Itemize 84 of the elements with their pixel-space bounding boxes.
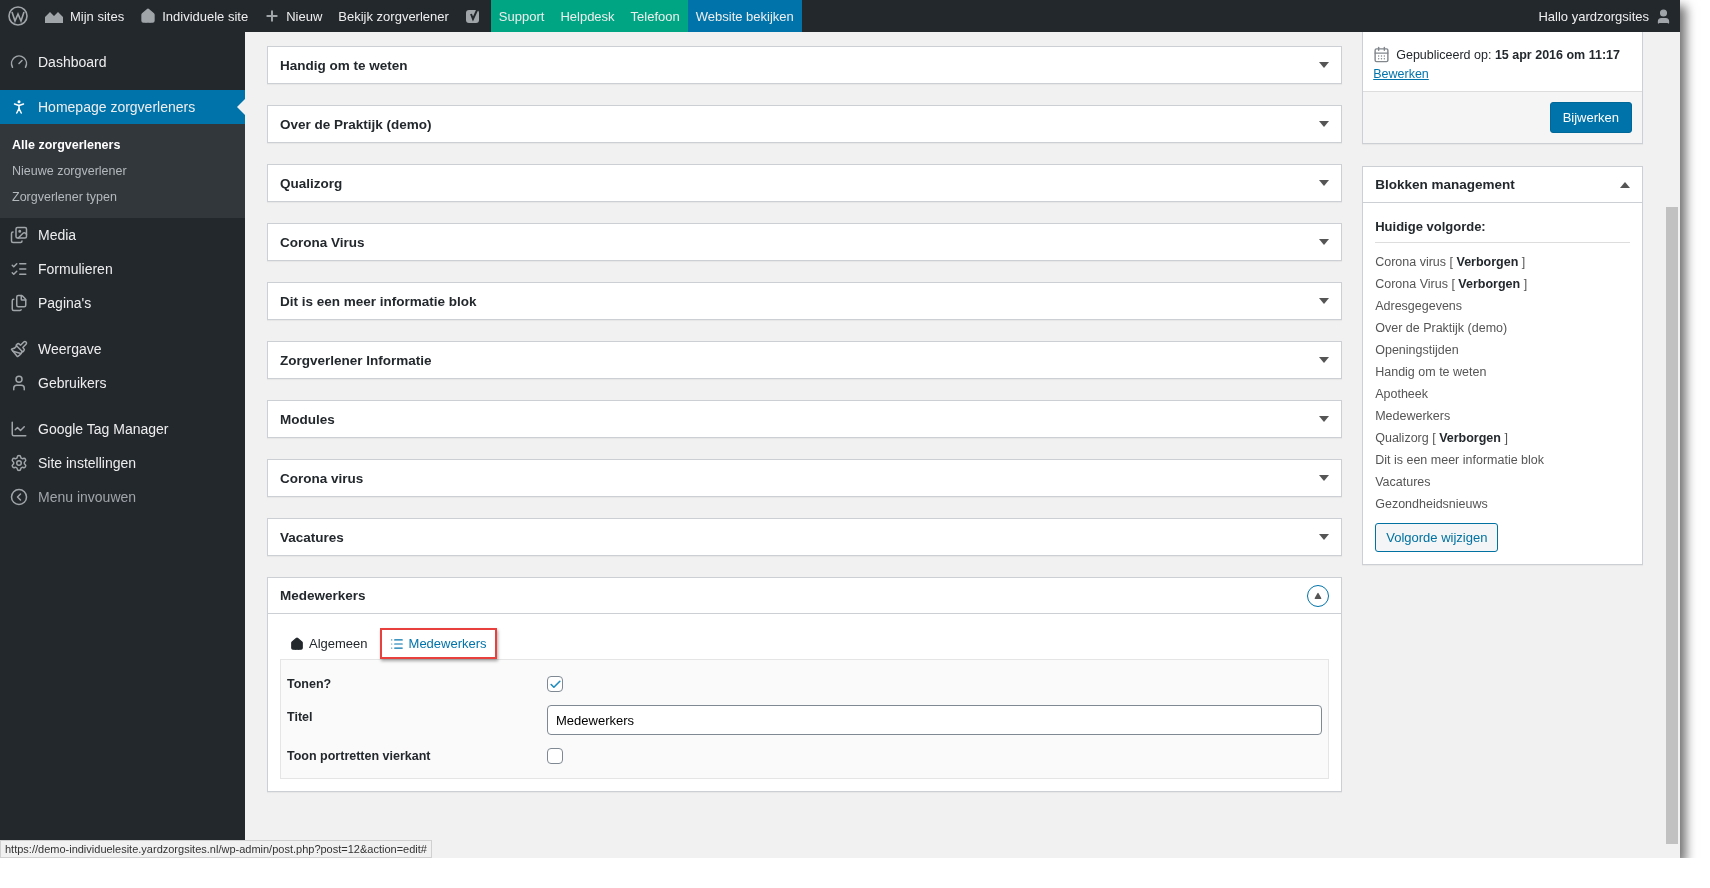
sidebar-item[interactable]: Menu invouwen [0, 480, 245, 514]
expand-button[interactable] [1319, 475, 1330, 481]
sidebar-item[interactable]: Homepage zorgverleners [0, 90, 245, 124]
panel-title: Over de Praktijk (demo) [280, 116, 432, 132]
panel-title: Medewerkers [280, 588, 366, 603]
order-item: Over de Praktijk (demo) [1375, 320, 1509, 337]
home-icon [140, 8, 157, 24]
panel-title: Blokken management [1375, 177, 1515, 192]
chart-icon [10, 420, 28, 438]
panel-title: Modules [280, 411, 335, 427]
sidebar-item[interactable]: Site instellingen [0, 446, 245, 480]
order-item: Medewerkers [1375, 408, 1452, 425]
sidebar-item[interactable]: Weergave [0, 332, 245, 366]
calendar-icon [1373, 46, 1391, 63]
panel-title: Vacatures [280, 529, 344, 545]
order-item: Apotheek [1375, 386, 1430, 403]
expand-button[interactable] [1319, 416, 1330, 422]
toolbar-link[interactable]: Bekijk zorgverlener [330, 0, 457, 32]
order-item: Handig om te weten [1375, 364, 1488, 381]
settings-icon [10, 454, 28, 472]
list-icon [10, 260, 28, 278]
collapse-button[interactable] [1307, 584, 1330, 607]
edit-link[interactable]: Bewerken [1373, 67, 1429, 81]
field-label: Tonen? [287, 677, 333, 691]
new-menu[interactable]: Nieuw [256, 0, 331, 32]
publish-date: Gepubliceerd op: 15 apr 2016 om 11:17 [1396, 47, 1620, 62]
order-item: Qualizorg [ Verborgen ] [1375, 430, 1509, 447]
pages-icon [10, 294, 28, 312]
collapse-button[interactable] [1620, 181, 1630, 188]
order-item: Corona virus [ Verborgen ] [1375, 254, 1527, 271]
logo-icon[interactable] [8, 6, 28, 26]
paintbrush-icon [10, 340, 28, 358]
expand-button[interactable] [1319, 62, 1330, 68]
field-label: Toon portretten vierkant [287, 749, 432, 763]
tab[interactable]: Medewerkers [379, 628, 497, 659]
collapse-icon [10, 488, 28, 506]
sidebar-item[interactable]: Pagina's [0, 286, 245, 320]
change-order-button[interactable]: Volgorde wijzigen [1375, 523, 1499, 552]
order-item: Vacatures [1375, 474, 1432, 491]
images-icon [10, 226, 28, 244]
status-url: https://demo-individuelesite.yardzorgsites.nl/wp-admin/post.php?post=12&action=edit# [0, 840, 432, 858]
expand-button[interactable] [1319, 180, 1330, 186]
sidebar-item[interactable]: Google Tag Manager [0, 412, 245, 446]
scrollbar[interactable] [1663, 32, 1680, 858]
expand-button[interactable] [1319, 239, 1330, 245]
panel-title: Zorgverlener Informatie [280, 352, 432, 368]
site-menu[interactable]: Individuele site [132, 0, 257, 32]
expand-button[interactable] [1319, 298, 1330, 304]
sidebar-item[interactable]: Media [0, 218, 245, 252]
user-icon [10, 374, 28, 392]
submenu-item[interactable]: Nieuwe zorgverlener [0, 158, 245, 184]
submenu-item[interactable]: Alle zorgverleners [0, 132, 245, 158]
order-item: Corona Virus [ Verborgen ] [1375, 276, 1529, 293]
submenu-item[interactable]: Zorgverlener typen [0, 184, 245, 210]
toolbar-link[interactable]: Website bekijken [687, 0, 802, 32]
order-item: Adresgegevens [1375, 298, 1464, 315]
order-item: Gezondheidsnieuws [1375, 496, 1489, 513]
panel-title: Corona virus [280, 470, 364, 486]
panel-title: Qualizorg [280, 175, 343, 191]
home-icon [290, 636, 304, 651]
text-field[interactable]: Medewerkers [547, 705, 1323, 735]
list-heading: Huidige volgorde: [1375, 215, 1630, 243]
order-item: Openingstijden [1375, 342, 1460, 359]
tab[interactable]: Algemeen [280, 628, 378, 659]
field-label: Titel [287, 709, 314, 724]
panel-title: Handig om te weten [280, 57, 408, 73]
user-icon [1655, 7, 1672, 25]
triangle-icon [1314, 591, 1323, 600]
expand-button[interactable] [1319, 121, 1330, 127]
order-item: Dit is een meer informatie blok [1375, 452, 1546, 469]
list-icon [389, 636, 404, 651]
checkbox[interactable] [547, 748, 563, 764]
my-sites-menu[interactable]: Mijn sites [36, 0, 133, 32]
sidebar-item[interactable]: Formulieren [0, 252, 245, 286]
sidebar-item[interactable]: Gebruikers [0, 366, 245, 400]
gauge-icon [10, 53, 28, 71]
update-button[interactable]: Bijwerken [1549, 102, 1632, 133]
panel-title: Corona Virus [280, 234, 365, 250]
account-menu[interactable]: Hallo yardzorgsites [1530, 0, 1680, 32]
sidebar-item[interactable]: Dashboard [0, 45, 245, 79]
panel-title: Dit is een meer informatie blok [280, 293, 477, 309]
expand-button[interactable] [1319, 357, 1330, 363]
expand-button[interactable] [1319, 534, 1330, 540]
checkbox[interactable] [547, 676, 563, 692]
